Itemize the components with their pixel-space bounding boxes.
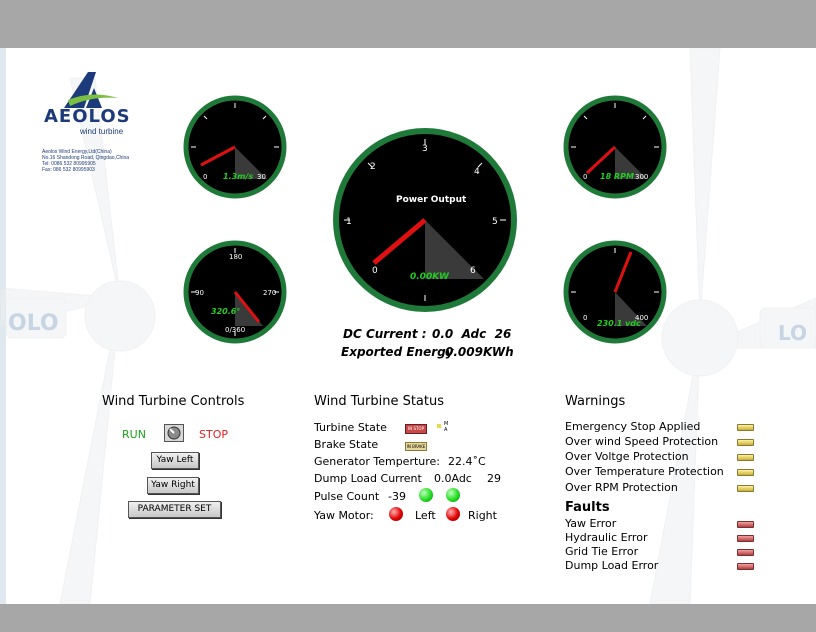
power-output-gauge: 0 1 2 3 4 5 6 Power Output 0.00KW	[333, 128, 517, 312]
warnings-title: Warnings	[565, 394, 626, 409]
wind-speed-value: 1.3m/s	[223, 172, 253, 181]
run-label: RUN	[122, 428, 146, 441]
parameter-set-button[interactable]: PARAMETER SET	[128, 501, 221, 518]
exported-energy-label: Exported Energy	[341, 345, 454, 359]
yaw-left-led	[389, 507, 403, 521]
direction-bottom: 0/360	[225, 326, 245, 334]
mode-letters: M A	[444, 421, 449, 433]
yaw-right-text: Right	[468, 509, 497, 522]
dump-load-extra: 29	[487, 472, 501, 485]
top-bar	[0, 0, 816, 48]
wind-speed-max: 30	[257, 173, 266, 181]
pulse-led-2	[446, 488, 460, 502]
power-title: Power Output	[396, 195, 467, 205]
power-tick-4: 4	[474, 167, 480, 177]
bottom-bar	[0, 604, 816, 632]
warning-led-over-voltage	[737, 454, 754, 461]
fault-dump-load-error: Dump Load Error	[565, 559, 659, 572]
rpm-gauge: 0 300 18 RPM	[563, 95, 667, 199]
direction-right: 270	[263, 289, 276, 297]
exported-energy-value: 0.009KWh	[445, 345, 514, 359]
fault-led-grid-tie-error	[737, 549, 754, 556]
yaw-right-button[interactable]: Yaw Right	[147, 477, 199, 494]
yaw-right-led	[446, 507, 460, 521]
pulse-count-label: Pulse Count	[314, 490, 380, 503]
mode-indicator	[437, 424, 441, 428]
dump-load-value: 0.0Adc	[434, 472, 472, 485]
controls-title: Wind Turbine Controls	[102, 394, 245, 409]
dc-current-value: 0.0 Adc 26	[432, 327, 512, 341]
company-info: Aeolos Wind Energy,Ltd(China) No.16 Shan…	[42, 149, 152, 173]
power-tick-3: 3	[422, 144, 428, 154]
run-stop-toggle[interactable]	[164, 424, 184, 442]
generator-temp-label: Generator Temperture:	[314, 455, 441, 468]
fault-yaw-error: Yaw Error	[565, 517, 617, 530]
voltage-value: 230.1 vdc	[597, 319, 641, 328]
power-tick-2: 2	[370, 162, 376, 172]
brake-state-label: Brake State	[314, 438, 379, 451]
generator-temp-value: 22.4˚C	[448, 455, 486, 468]
rpm-min: 0	[583, 173, 587, 181]
left-turbine-decal: OLO	[8, 311, 59, 336]
rpm-value: 18 RPM	[600, 172, 634, 181]
warning-led-emergency-stop	[737, 424, 754, 431]
warning-over-rpm: Over RPM Protection	[565, 481, 678, 494]
yaw-motor-label: Yaw Motor:	[314, 509, 374, 522]
warning-over-voltage: Over Voltge Protection	[565, 450, 689, 463]
fault-led-hydraulic-error	[737, 535, 754, 542]
brake-state-indicator: IN BRAKE	[405, 442, 427, 451]
pulse-count-value: -39	[388, 490, 406, 503]
fault-led-yaw-error	[737, 521, 754, 528]
rpm-max: 300	[635, 173, 648, 181]
status-title: Wind Turbine Status	[314, 394, 445, 409]
voltage-min: 0	[583, 314, 587, 322]
logo-subtitle: wind turbine	[80, 127, 124, 136]
direction-top: 180	[229, 253, 242, 261]
fault-grid-tie-error: Grid Tie Error	[565, 545, 639, 558]
pulse-led-1	[419, 488, 433, 502]
right-turbine-decal: LO	[778, 321, 807, 345]
warning-led-over-temperature	[737, 469, 754, 476]
fault-led-dump-load-error	[737, 563, 754, 570]
logo-text: AEOLOS	[44, 106, 131, 127]
faults-title: Faults	[565, 500, 610, 515]
direction-value: 320.6°	[211, 307, 240, 316]
yaw-left-button[interactable]: Yaw Left	[151, 452, 199, 469]
power-tick-0: 0	[372, 266, 378, 276]
wind-direction-gauge: 180 90 270 0/360 320.6°	[183, 240, 287, 344]
warning-led-over-rpm	[737, 485, 754, 492]
turbine-state-indicator: IN STOP	[405, 424, 427, 434]
warning-over-temperature: Over Temperature Protection	[565, 465, 724, 478]
yaw-left-text: Left	[415, 509, 436, 522]
warning-over-wind-speed: Over wind Speed Protection	[565, 435, 719, 448]
power-tick-6: 6	[470, 266, 476, 276]
warning-led-over-wind-speed	[737, 439, 754, 446]
stop-label: STOP	[199, 428, 228, 441]
turbine-state-label: Turbine State	[314, 421, 387, 434]
voltage-gauge: 0 400 230.1 vdc	[563, 240, 667, 344]
power-value: 0.00KW	[410, 272, 450, 282]
wind-speed-min: 0	[203, 173, 207, 181]
company-fax: Fax: 086 532 80995903	[42, 167, 95, 173]
warning-emergency-stop: Emergency Stop Applied	[565, 420, 701, 433]
fault-hydraulic-error: Hydraulic Error	[565, 531, 648, 544]
dc-current-label: DC Current :	[343, 327, 427, 341]
dump-load-label: Dump Load Current	[314, 472, 422, 485]
power-tick-5: 5	[492, 217, 498, 227]
power-tick-1: 1	[346, 217, 352, 227]
wind-speed-gauge: 0 30 1.3m/s	[183, 95, 287, 199]
direction-left: 90	[195, 289, 204, 297]
